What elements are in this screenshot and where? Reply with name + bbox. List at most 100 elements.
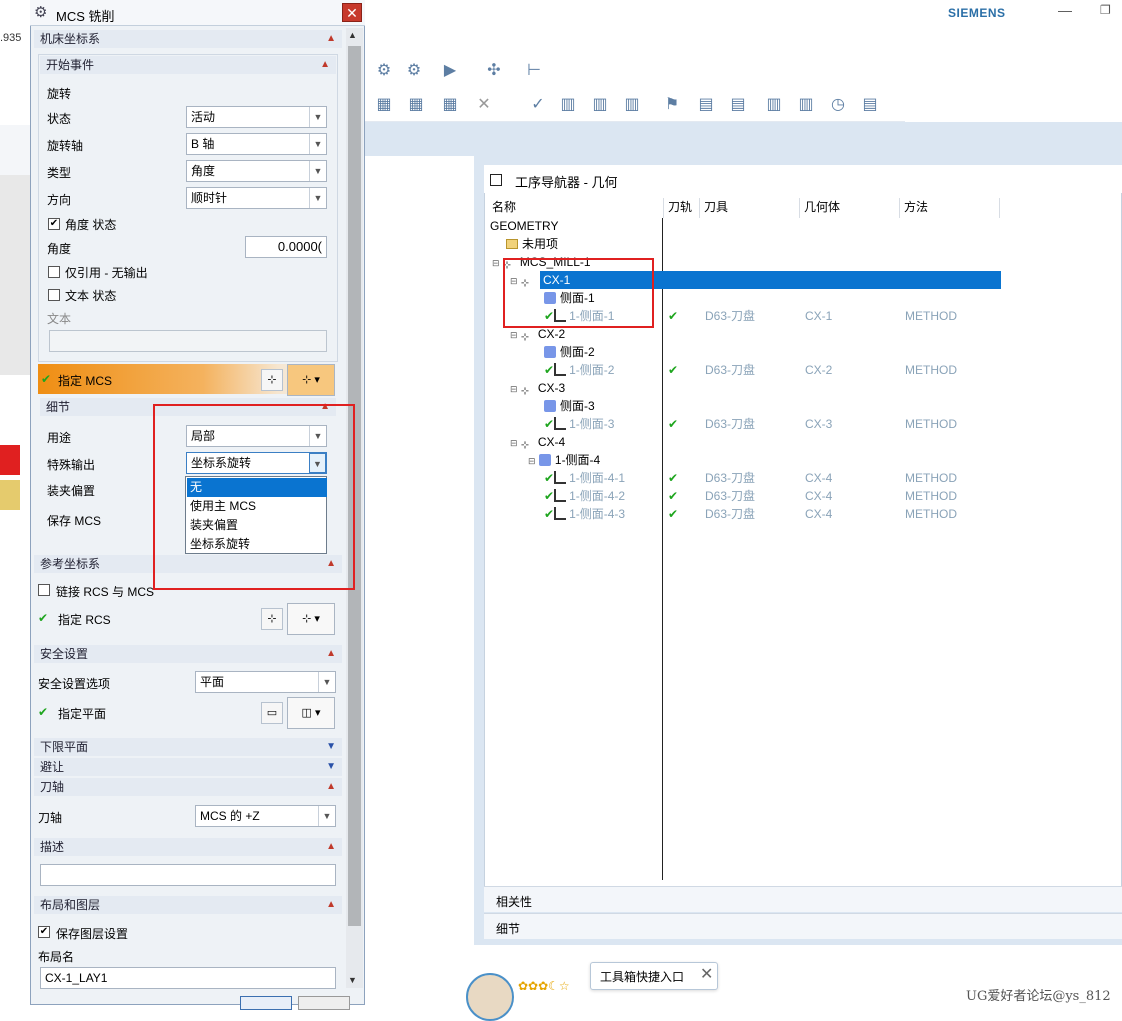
toolpath-check-icon: ✔ — [668, 489, 679, 503]
tree-row-cx-4[interactable]: ⊟ ⊹ CX-4 — [510, 433, 565, 451]
section-lower-plane[interactable]: 下限平面 ▼ — [34, 738, 342, 756]
toolpath-check-icon: ✔ — [668, 471, 679, 485]
tool-icon[interactable]: ▦ — [373, 94, 395, 116]
tree-row-op-4-1[interactable]: ✔ 1-侧面-4-1 — [544, 469, 625, 487]
tree-row-side-4[interactable]: ⊟ 1-侧面-4 — [528, 451, 600, 469]
brand-logo: SIEMENS — [948, 6, 1006, 20]
delete-icon[interactable]: ✕ — [473, 94, 495, 116]
restore-icon[interactable]: ❐ — [1100, 3, 1111, 17]
tree-row-side-3[interactable]: 侧面-3 — [544, 397, 595, 415]
tool-icon[interactable]: ▥ — [795, 94, 817, 116]
tool-icon[interactable]: ▥ — [621, 94, 643, 116]
plane-type-dropdown[interactable]: ◫ ▾ — [287, 697, 335, 729]
section-start-event[interactable]: 开始事件 ▲ — [40, 56, 336, 74]
column-header-tool[interactable]: 刀具 — [700, 198, 800, 218]
geometry-icon — [544, 400, 556, 412]
tool-icon[interactable]: ▥ — [589, 94, 611, 116]
scroll-down-icon[interactable]: ▼ — [348, 975, 357, 985]
type-select[interactable]: 角度 ▼ — [186, 160, 327, 182]
tree-row-op-4-2[interactable]: ✔ 1-侧面-4-2 — [544, 487, 625, 505]
tool-icon[interactable]: ▦ — [405, 94, 427, 116]
state-select[interactable]: 活动 ▼ — [186, 106, 327, 128]
close-button[interactable]: ✕ — [342, 3, 362, 22]
section-description[interactable]: 描述 ▲ — [34, 838, 342, 856]
section-layout-layers[interactable]: 布局和图层 ▲ — [34, 896, 342, 914]
tree-row-op-3[interactable]: ✔ 1-侧面-3 — [544, 415, 614, 433]
avatar[interactable] — [466, 973, 514, 1021]
tree-row-unused[interactable]: 未用项 — [506, 235, 558, 253]
tool-icon[interactable]: ▤ — [695, 94, 717, 116]
section-safety[interactable]: 安全设置 ▲ — [34, 645, 342, 663]
chevron-down-icon: ▼ — [309, 188, 326, 208]
link-rcs-checkbox[interactable] — [38, 584, 50, 596]
tool-icon[interactable]: ✣ — [483, 60, 505, 82]
layout-name-input[interactable]: CX-1_LAY1 — [40, 967, 336, 989]
save-layers-checkbox[interactable]: ✔ — [38, 926, 50, 938]
ribbon-band — [365, 122, 1122, 156]
tool-icon[interactable]: ⚙ — [403, 60, 425, 82]
section-avoid[interactable]: 避让 ▼ — [34, 758, 342, 776]
graphics-viewport[interactable] — [0, 175, 30, 375]
rcs-type-dropdown[interactable]: ⊹ ▾ — [287, 603, 335, 635]
chevron-down-icon: ▼ — [309, 107, 326, 127]
chevron-down-icon: ▼ — [309, 161, 326, 181]
scroll-up-icon[interactable]: ▲ — [348, 30, 357, 40]
tool-icon[interactable]: ▤ — [727, 94, 749, 116]
tree-row-cx-3[interactable]: ⊟ ⊹ CX-3 — [510, 379, 565, 397]
window-icon — [490, 174, 502, 186]
navigator-title: 工序导航器 - 几何 — [515, 175, 618, 190]
tool-icon[interactable]: ▥ — [763, 94, 785, 116]
expand-icon: ▼ — [326, 741, 336, 752]
cancel-button[interactable] — [298, 996, 350, 1010]
tool-icon[interactable]: ⚙ — [373, 60, 395, 82]
toolpath-check-icon: ✔ — [668, 363, 679, 377]
details-panel[interactable]: 细节 — [484, 913, 1122, 939]
rank-badge-icon: ✿✿✿☾☆ — [518, 979, 570, 993]
highlight-box — [153, 404, 355, 590]
tool-icon[interactable]: ▥ — [557, 94, 579, 116]
tool-icon[interactable]: ◷ — [827, 94, 849, 116]
tool-icon[interactable]: ▶ — [439, 60, 461, 82]
section-machine-cs[interactable]: 机床坐标系 ▲ — [34, 30, 342, 48]
angle-input[interactable]: 0.0000( — [245, 236, 327, 258]
dependencies-panel[interactable]: 相关性 — [484, 886, 1122, 912]
ref-only-checkbox[interactable] — [48, 266, 60, 278]
cell-geometry: CX-3 — [805, 417, 833, 431]
csys-dialog-button[interactable]: ⊹ — [261, 369, 283, 391]
safety-option-select[interactable]: 平面 ▼ — [195, 671, 336, 693]
column-header-geometry[interactable]: 几何体 — [800, 198, 900, 218]
rotation-label: 旋转 — [47, 87, 72, 101]
tooltip-text[interactable]: 工具箱快捷入口 — [600, 968, 684, 985]
tree-row-side-2[interactable]: 侧面-2 — [544, 343, 595, 361]
plane-dialog-button[interactable]: ▭ — [261, 702, 283, 724]
link-rcs-label: 链接 RCS 与 MCS — [56, 585, 155, 599]
part-face-yellow — [0, 480, 20, 510]
close-icon[interactable]: ✕ — [700, 964, 713, 984]
section-tool-axis[interactable]: 刀轴 ▲ — [34, 778, 342, 796]
cell-tool: D63-刀盘 — [705, 471, 756, 485]
description-input[interactable] — [40, 864, 336, 886]
rot-axis-select[interactable]: B 轴 ▼ — [186, 133, 327, 155]
ok-button[interactable] — [240, 996, 292, 1010]
minimize-icon[interactable]: — — [1058, 2, 1072, 18]
column-header-method[interactable]: 方法 — [900, 198, 1000, 218]
tool-icon[interactable]: ⚑ — [661, 94, 683, 116]
csys-type-dropdown[interactable]: ⊹ ▾ — [287, 364, 335, 396]
tool-icon[interactable]: ▦ — [439, 94, 461, 116]
specify-mcs-check-icon: ✔ — [41, 372, 52, 386]
verify-icon[interactable]: ✓ — [527, 94, 549, 116]
check-icon: ✔ — [544, 489, 555, 503]
column-header-toolpath[interactable]: 刀轨 — [664, 198, 700, 218]
tree-row-op-2[interactable]: ✔ 1-侧面-2 — [544, 361, 614, 379]
column-header-name[interactable]: 名称 — [488, 198, 664, 218]
tree-row-geometry[interactable]: GEOMETRY — [490, 217, 558, 235]
tool-icon[interactable]: ▤ — [859, 94, 881, 116]
angle-state-checkbox[interactable]: ✔ — [48, 218, 60, 230]
ruler-icon[interactable]: ⊢ — [523, 60, 545, 82]
rcs-dialog-button[interactable]: ⊹ — [261, 608, 283, 630]
tool-axis-select[interactable]: MCS 的 +Z ▼ — [195, 805, 336, 827]
text-state-checkbox[interactable] — [48, 289, 60, 301]
tree-row-op-4-3[interactable]: ✔ 1-侧面-4-3 — [544, 505, 625, 523]
direction-select[interactable]: 顺时针 ▼ — [186, 187, 327, 209]
tool-axis-label: 刀轴 — [38, 811, 63, 825]
